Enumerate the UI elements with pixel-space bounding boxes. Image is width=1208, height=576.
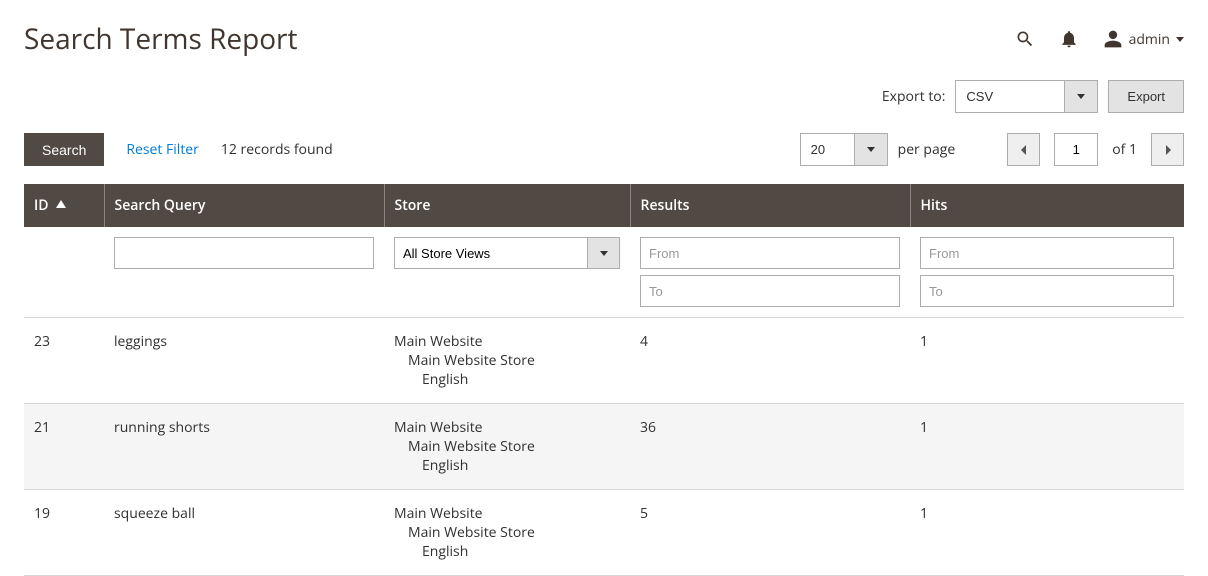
filter-store-toggle[interactable] [588, 237, 620, 269]
search-button[interactable]: Search [24, 133, 104, 166]
filter-query-input[interactable] [114, 237, 374, 269]
page-of-label: of 1 [1112, 140, 1137, 159]
export-button[interactable]: Export [1108, 80, 1184, 113]
cell-results: 5 [630, 490, 910, 576]
cell-id: 19 [24, 490, 104, 576]
filter-store-select[interactable] [394, 237, 620, 269]
page-size-select[interactable] [800, 133, 888, 166]
prev-page-button[interactable] [1007, 133, 1040, 166]
cell-store: Main WebsiteMain Website StoreEnglish [384, 490, 630, 576]
export-format-value[interactable] [955, 80, 1065, 113]
col-header-store[interactable]: Store [384, 184, 630, 227]
records-found: 12 records found [221, 140, 333, 159]
admin-user-label: admin [1129, 30, 1170, 49]
search-icon[interactable] [1015, 29, 1035, 49]
cell-hits: 1 [910, 404, 1184, 490]
chevron-down-icon [1176, 37, 1184, 42]
header-actions: admin [1015, 29, 1184, 49]
per-page-label: per page [898, 140, 956, 159]
cell-results: 4 [630, 318, 910, 404]
chevron-down-icon [1077, 94, 1085, 99]
col-header-results[interactable]: Results [630, 184, 910, 227]
export-format-select[interactable] [955, 80, 1098, 113]
cell-hits: 1 [910, 490, 1184, 576]
col-header-query[interactable]: Search Query [104, 184, 384, 227]
col-header-hits[interactable]: Hits [910, 184, 1184, 227]
page-size-value[interactable] [800, 133, 855, 166]
page-title: Search Terms Report [24, 20, 297, 58]
cell-store: Main WebsiteMain Website StoreEnglish [384, 318, 630, 404]
col-header-id[interactable]: ID [24, 184, 104, 227]
filter-results-to[interactable] [640, 275, 900, 307]
admin-user-menu[interactable]: admin [1103, 29, 1184, 49]
cell-id: 21 [24, 404, 104, 490]
chevron-down-icon [600, 251, 608, 256]
cell-query: running shorts [104, 404, 384, 490]
cell-query: squeeze ball [104, 490, 384, 576]
next-page-button[interactable] [1151, 133, 1184, 166]
current-page-input[interactable] [1054, 133, 1098, 166]
table-row[interactable]: 21running shortsMain WebsiteMain Website… [24, 404, 1184, 490]
reset-filter-link[interactable]: Reset Filter [126, 140, 199, 159]
chevron-down-icon [867, 147, 875, 152]
page-size-toggle[interactable] [855, 133, 888, 166]
cell-hits: 1 [910, 318, 1184, 404]
data-grid: ID Search Query Store Results Hits [24, 184, 1184, 576]
sort-asc-icon [56, 196, 66, 215]
filter-results-from[interactable] [640, 237, 900, 269]
col-header-id-label: ID [34, 196, 49, 215]
export-label: Export to: [882, 87, 946, 106]
filter-store-value[interactable] [394, 237, 588, 269]
table-row[interactable]: 19squeeze ballMain WebsiteMain Website S… [24, 490, 1184, 576]
filter-hits-from[interactable] [920, 237, 1174, 269]
cell-results: 36 [630, 404, 910, 490]
notifications-icon[interactable] [1059, 29, 1079, 49]
cell-query: leggings [104, 318, 384, 404]
table-row[interactable]: 23leggingsMain WebsiteMain Website Store… [24, 318, 1184, 404]
cell-store: Main WebsiteMain Website StoreEnglish [384, 404, 630, 490]
export-format-toggle[interactable] [1065, 80, 1098, 113]
cell-id: 23 [24, 318, 104, 404]
filter-hits-to[interactable] [920, 275, 1174, 307]
